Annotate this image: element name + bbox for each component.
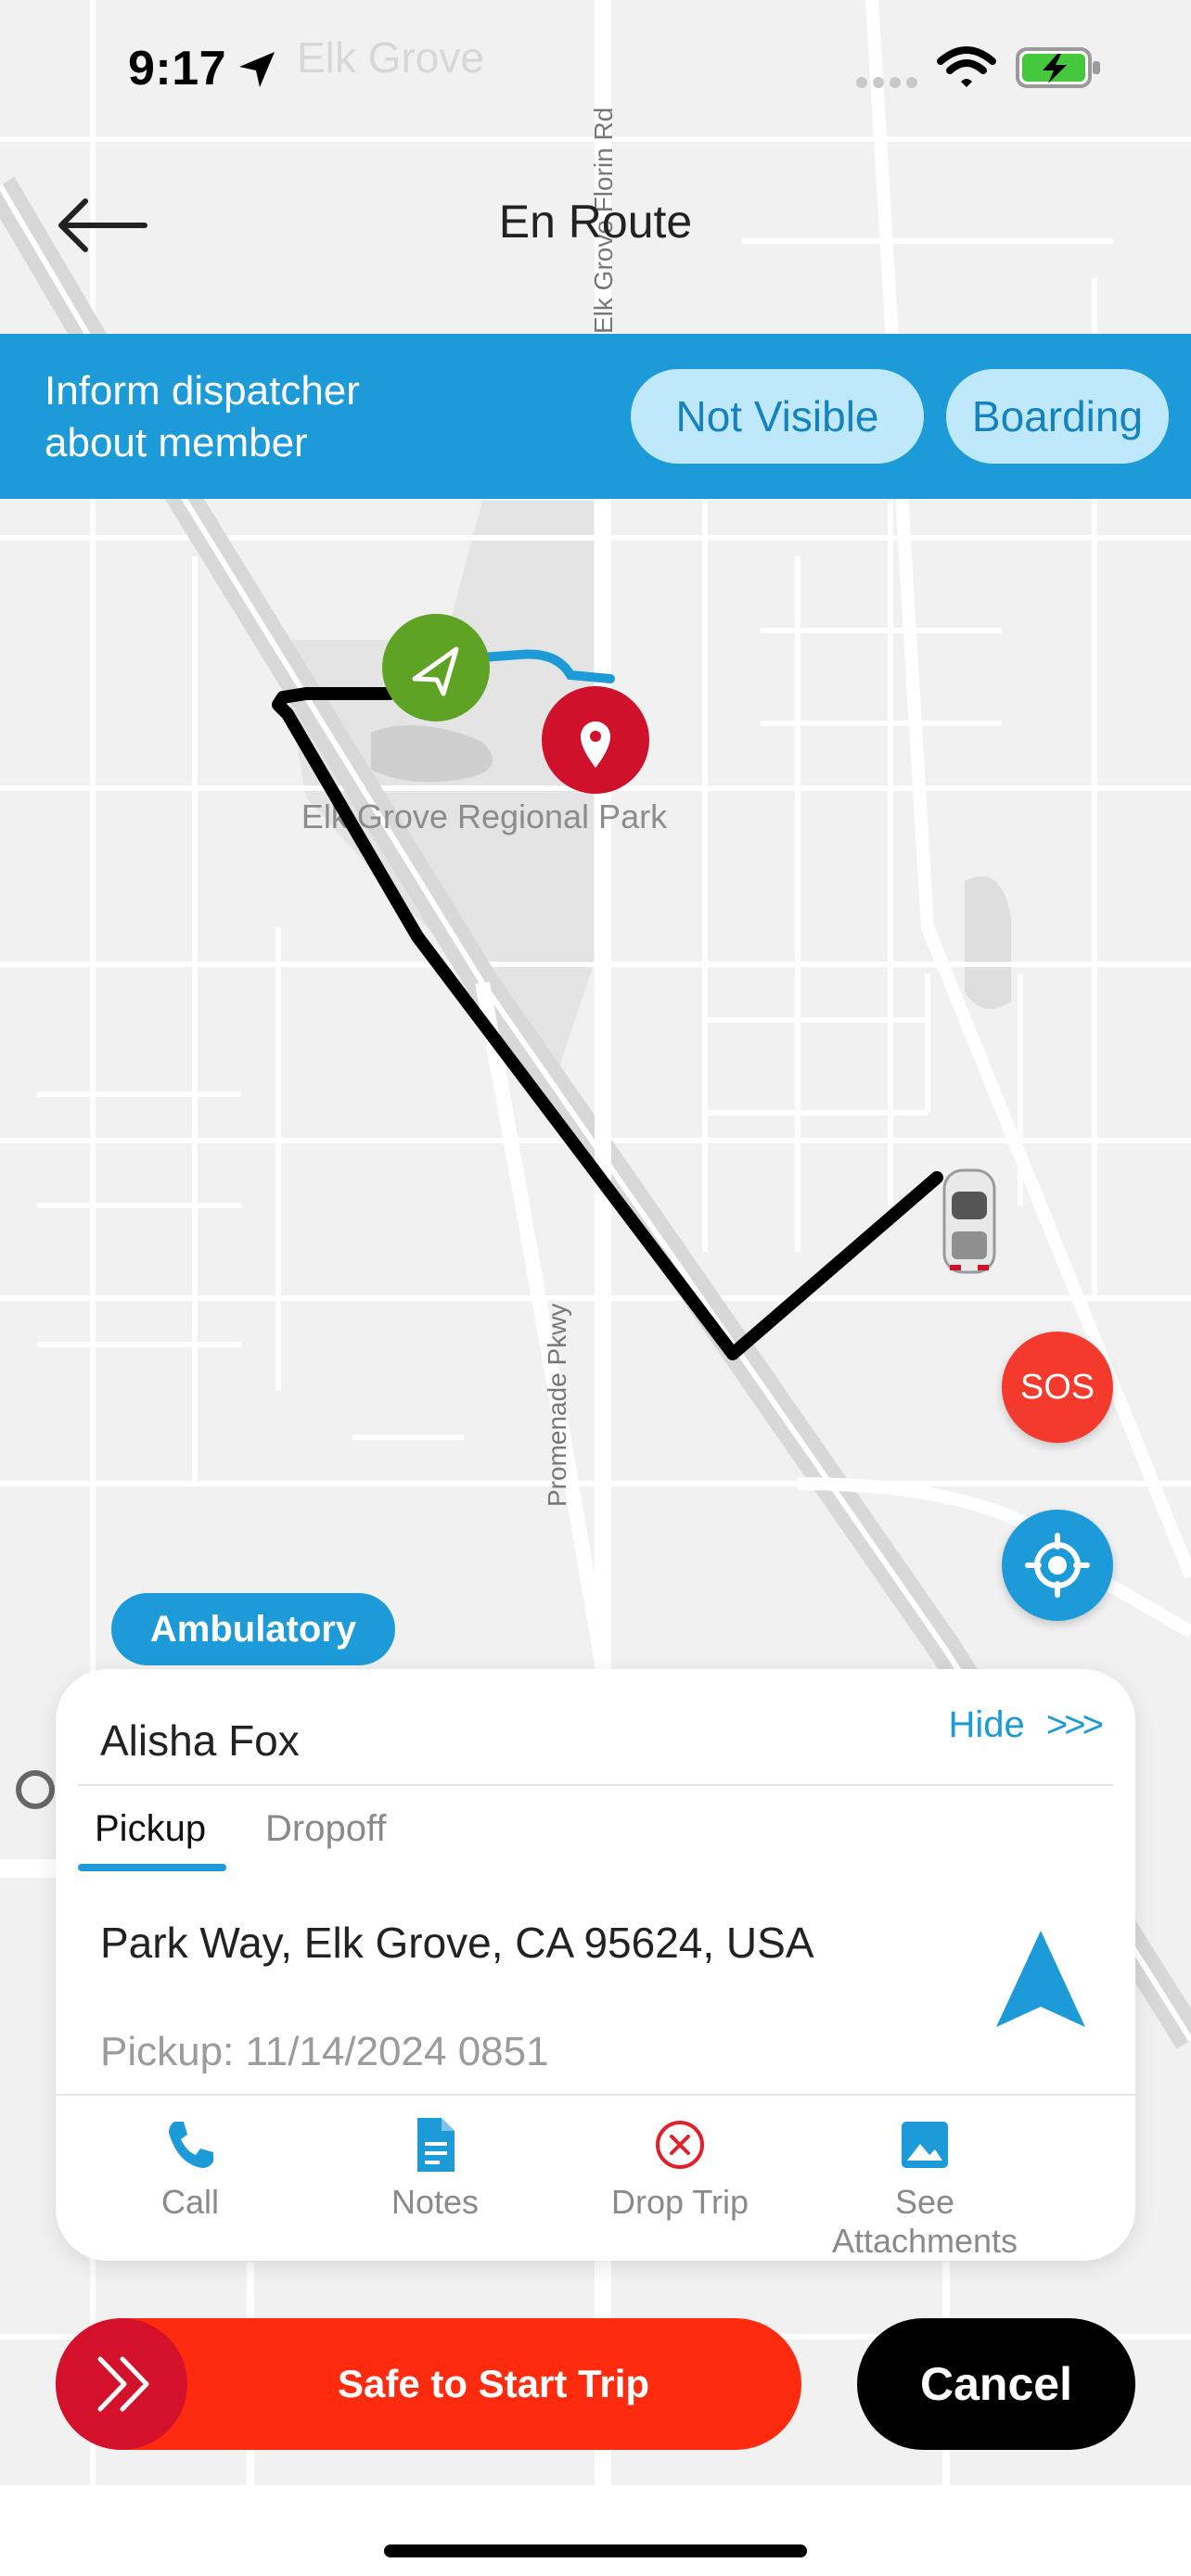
slider-knob[interactable] (56, 2318, 187, 2450)
location-arrow-icon (239, 52, 275, 87)
card-divider-top (78, 1784, 1113, 1786)
call-label: Call (160, 2183, 219, 2221)
mobility-badge: Ambulatory (111, 1593, 395, 1665)
notes-label: Notes (391, 2183, 480, 2221)
x-circle-icon (656, 2121, 704, 2169)
home-indicator[interactable] (384, 2544, 807, 2557)
tab-active-indicator (78, 1864, 226, 1871)
vehicle-marker (942, 1168, 996, 1274)
document-icon (417, 2118, 455, 2172)
sos-button[interactable]: SOS (1002, 1332, 1113, 1443)
banner-line-1: Inform dispatcher (45, 368, 360, 414)
home-indicator-bar (0, 2485, 1191, 2576)
drop-trip-label: Drop Trip (610, 2183, 749, 2221)
phone-icon (169, 2122, 213, 2168)
navigate-arrow-icon[interactable] (992, 1929, 1089, 2031)
hide-label: Hide (948, 1704, 1025, 1745)
call-button[interactable]: Call (65, 2112, 315, 2222)
banner-line-2: about member (45, 420, 308, 465)
safe-to-start-slider[interactable]: Safe to Start Trip (56, 2318, 801, 2450)
double-chevron-right-icon (97, 2356, 149, 2412)
boarding-button[interactable]: Boarding (946, 369, 1169, 464)
navigation-header: En Route (0, 158, 1191, 287)
dropoff-location-marker[interactable] (542, 686, 649, 794)
page-title: En Route (498, 196, 693, 248)
slider-label: Safe to Start Trip (337, 2362, 650, 2405)
crosshair-icon (1025, 1533, 1090, 1598)
recenter-button[interactable] (1002, 1510, 1113, 1621)
trip-card: Alisha Fox Hide >>> Pickup Dropoff Park … (56, 1669, 1135, 2261)
pickup-address: Park Way, Elk Grove, CA 95624, USA (100, 1919, 814, 1967)
battery-charging-icon (1016, 47, 1100, 88)
not-visible-button[interactable]: Not Visible (631, 369, 924, 464)
passenger-name: Alisha Fox (100, 1716, 300, 1765)
pickup-navigation-marker[interactable] (382, 614, 490, 721)
tab-pickup[interactable]: Pickup (95, 1808, 206, 1850)
drop-trip-button[interactable]: Drop Trip (555, 2112, 805, 2222)
cancel-button[interactable]: Cancel (857, 2318, 1135, 2450)
banner-message: Inform dispatcher about member (45, 365, 453, 469)
double-chevron-right-icon: >>> (1045, 1704, 1104, 1745)
pickup-time: Pickup: 11/14/2024 0851 (100, 2029, 549, 2074)
notes-button[interactable]: Notes (310, 2112, 560, 2222)
hide-card-button[interactable]: Hide >>> (948, 1704, 1104, 1746)
tab-dropoff[interactable]: Dropoff (265, 1808, 386, 1850)
card-divider-bottom (56, 2094, 1135, 2096)
see-attachments-label: See Attachments (831, 2183, 1018, 2260)
cellular-signal-icon (856, 77, 917, 88)
status-time: 9:17 (128, 42, 227, 96)
image-icon (902, 2122, 948, 2168)
wifi-icon (937, 46, 996, 87)
dispatcher-banner: Inform dispatcher about member Not Visib… (0, 334, 1191, 499)
status-bar: 9:17 (0, 0, 1191, 139)
map-road-label-promenade: Promenade Pkwy (543, 1304, 571, 1507)
see-attachments-button[interactable]: See Attachments (800, 2112, 1050, 2261)
